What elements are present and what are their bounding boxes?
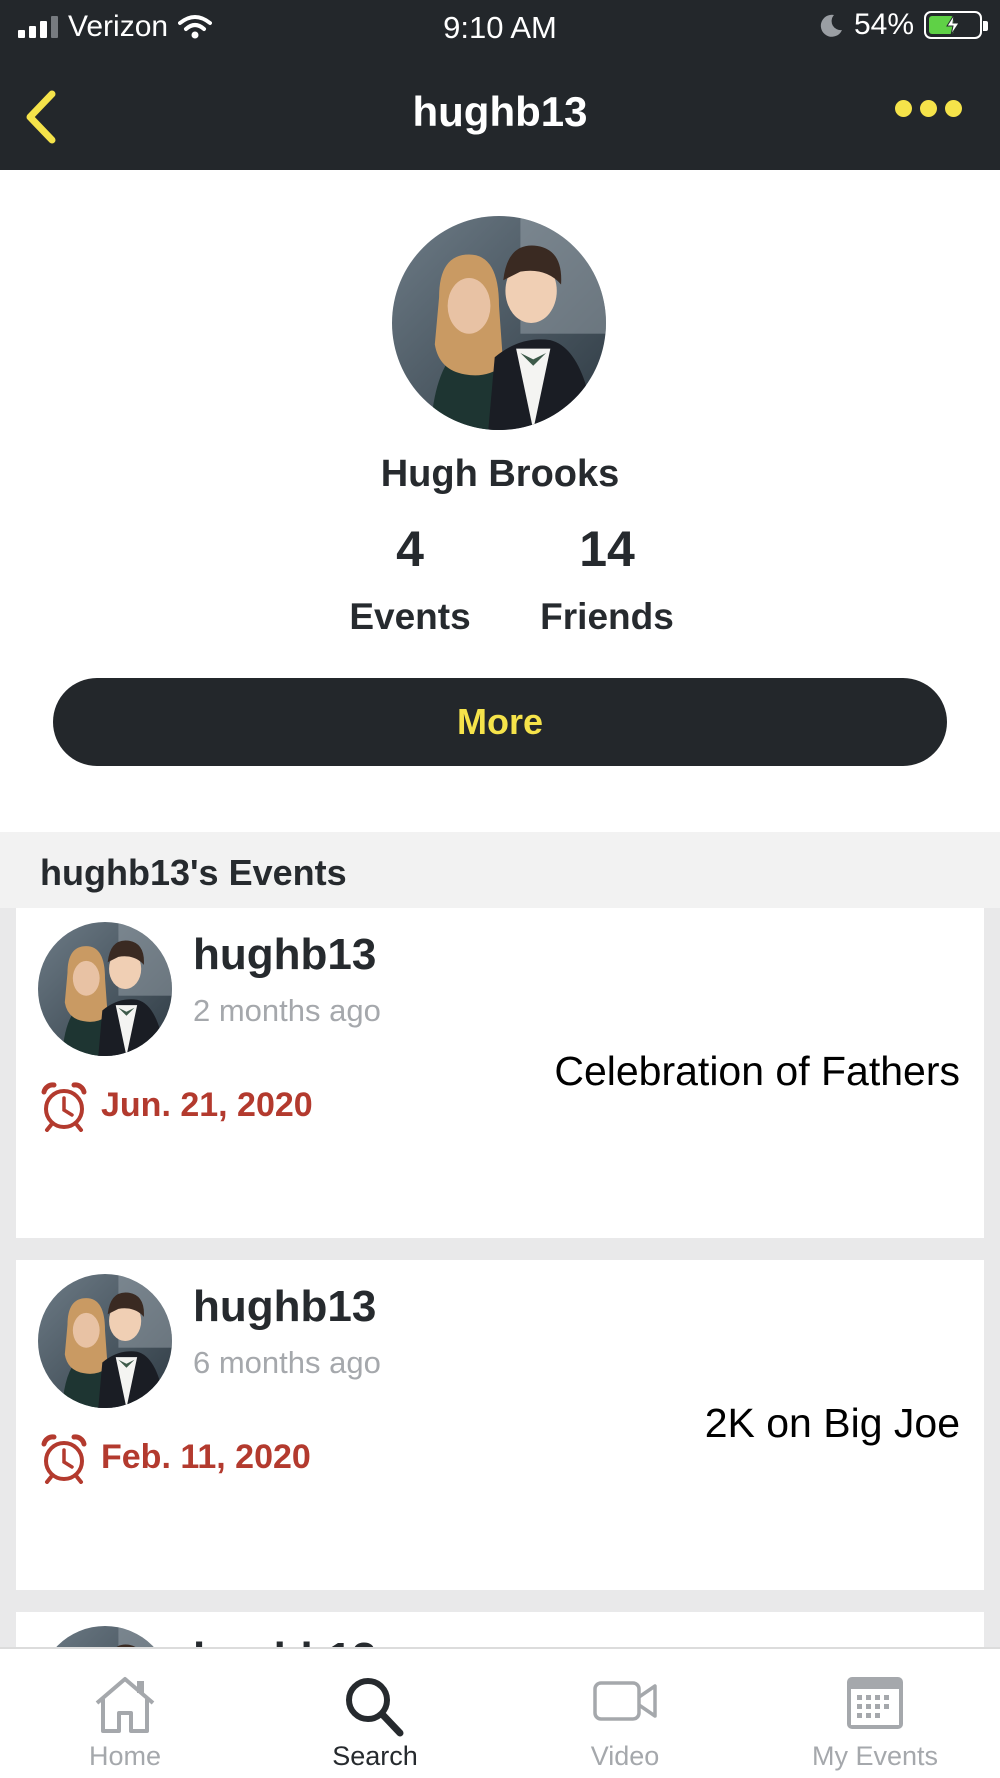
friends-stat[interactable]: 14 Friends: [507, 520, 707, 638]
event-date: Jun. 21, 2020: [101, 1086, 313, 1124]
events-stat[interactable]: 4 Events: [310, 520, 510, 638]
friends-count: 14: [579, 521, 635, 577]
avatar[interactable]: [38, 1274, 172, 1408]
alarm-clock-icon: [41, 1434, 87, 1484]
more-button[interactable]: More: [53, 678, 947, 766]
event-card[interactable]: hughb13 6 months ago Feb. 11, 2020 2K on…: [16, 1260, 984, 1590]
events-label: Events: [349, 596, 471, 637]
battery-percent: 54%: [853, 8, 914, 41]
events-count: 4: [396, 521, 424, 577]
tab-my-events[interactable]: My Events: [750, 1649, 1000, 1778]
tab-search[interactable]: Search: [250, 1649, 500, 1778]
event-card[interactable]: hughb13 2 months ago Jun. 21, 2020 Celeb…: [16, 908, 984, 1238]
event-title: Celebration of Fathers: [554, 1048, 960, 1094]
profile-name: Hugh Brooks: [380, 453, 620, 495]
search-icon: [346, 1678, 404, 1737]
tab-video[interactable]: Video: [500, 1649, 750, 1778]
profile-avatar: [392, 216, 606, 430]
alarm-clock-icon: [41, 1082, 87, 1132]
page-title: hughb13: [412, 88, 588, 135]
event-username[interactable]: hughb13: [193, 1282, 376, 1332]
navigation-bar: hughb13: [0, 60, 1000, 170]
avatar[interactable]: [38, 922, 172, 1056]
moon-icon: [820, 14, 842, 37]
event-username[interactable]: hughb13: [193, 930, 376, 980]
tab-home[interactable]: Home: [0, 1649, 250, 1778]
calendar-icon: [847, 1677, 903, 1729]
event-time-ago: 2 months ago: [193, 993, 381, 1028]
events-section-header: hughb13's Events: [0, 832, 1000, 908]
friends-label: Friends: [540, 596, 674, 637]
home-icon: [95, 1677, 155, 1733]
status-bar: Verizon 9:10 AM 54%: [0, 0, 1000, 56]
tab-search-label: Search: [332, 1741, 418, 1771]
events-section-title: hughb13's Events: [40, 852, 347, 893]
top-bar: Verizon 9:10 AM 54% hughb13: [0, 0, 1000, 170]
video-icon: [593, 1681, 657, 1721]
event-time-ago: 6 months ago: [193, 1345, 381, 1380]
tab-home-label: Home: [88, 1741, 162, 1771]
event-title: 2K on Big Joe: [704, 1400, 960, 1446]
ellipsis-icon[interactable]: [895, 100, 962, 117]
battery-icon: [924, 11, 988, 39]
tab-bar: Home Search Video My Events: [0, 1647, 1000, 1778]
tab-my-events-label: My Events: [811, 1741, 939, 1771]
tab-video-label: Video: [590, 1741, 660, 1771]
event-date: Feb. 11, 2020: [101, 1438, 311, 1476]
status-right: 54%: [818, 8, 988, 42]
